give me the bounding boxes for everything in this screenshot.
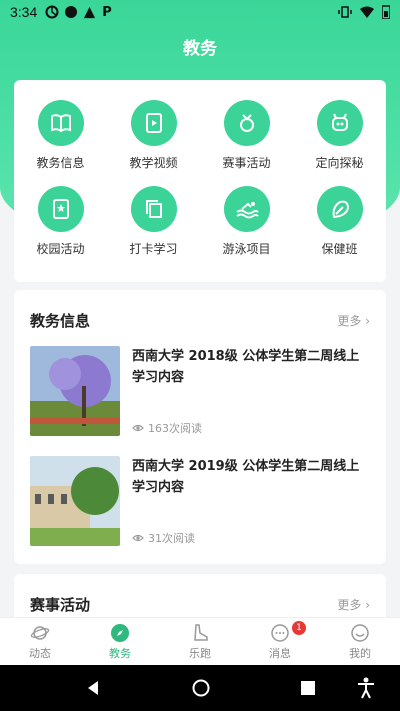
tab-label: 教务 xyxy=(109,646,131,660)
news-item[interactable]: 西南大学 2018级 公体学生第二周线上学习内容 163次阅读 xyxy=(30,346,370,436)
eye-icon xyxy=(132,424,144,432)
read-count: 163次阅读 xyxy=(148,422,202,435)
menu-item-label: 定向探秘 xyxy=(315,156,364,170)
tab-dynamic[interactable]: 动态 xyxy=(0,618,80,665)
section-title: 教务信息 xyxy=(30,312,91,330)
wifi-icon xyxy=(360,6,374,18)
parking-icon: P xyxy=(102,4,112,20)
leaf-icon xyxy=(332,200,349,219)
tab-jiaowu[interactable]: 教务 xyxy=(80,618,160,665)
status-bar: 3:34 P xyxy=(0,0,400,24)
planet-icon xyxy=(30,625,50,640)
copy-icon xyxy=(145,200,162,218)
menu-item-label: 打卡学习 xyxy=(129,242,178,256)
menu-item-health-class[interactable]: 保健班 xyxy=(293,186,386,272)
swim-icon xyxy=(235,202,259,219)
tab-run[interactable]: 乐跑 xyxy=(160,618,240,665)
star-badge-icon xyxy=(52,199,69,219)
recents-icon[interactable] xyxy=(300,681,315,695)
shoe-icon xyxy=(194,623,208,641)
menu-item-orienteering[interactable]: 定向探秘 xyxy=(293,100,386,186)
menu-item-swimming[interactable]: 游泳项目 xyxy=(200,186,293,272)
news-thumbnail xyxy=(30,456,120,546)
book-icon xyxy=(50,114,71,133)
compass-icon xyxy=(111,623,129,642)
smiley-icon xyxy=(351,623,369,642)
news-title: 西南大学 2019级 公体学生第二周线上学习内容 xyxy=(132,459,360,495)
eye-icon xyxy=(132,534,144,542)
medal-icon xyxy=(239,114,254,132)
menu-item-teaching-video[interactable]: 教学视频 xyxy=(107,100,200,186)
unread-badge: 1 xyxy=(292,621,306,635)
menu-item-label: 保健班 xyxy=(321,242,358,256)
chevron-right-icon: › xyxy=(365,314,370,328)
menu-item-label: 教学视频 xyxy=(129,156,178,170)
tab-label: 我的 xyxy=(349,646,371,660)
chevron-right-icon: › xyxy=(365,598,370,612)
section-title: 赛事活动 xyxy=(30,596,91,614)
menu-item-events[interactable]: 赛事活动 xyxy=(200,100,293,186)
home-icon[interactable] xyxy=(192,679,210,697)
tab-messages[interactable]: 1 消息 xyxy=(240,618,320,665)
news-thumbnail xyxy=(30,346,120,436)
accessibility-icon[interactable] xyxy=(356,677,376,699)
back-icon[interactable] xyxy=(85,680,101,696)
sync-icon xyxy=(45,5,59,19)
more-link[interactable]: 更多 › xyxy=(337,312,370,329)
status-time: 3:34 xyxy=(10,4,38,20)
chat-icon xyxy=(271,623,289,642)
menu-item-label: 赛事活动 xyxy=(222,156,271,170)
menu-item-label: 校园活动 xyxy=(36,242,85,256)
menu-item-label: 教务信息 xyxy=(36,156,85,170)
page-title: 教务 xyxy=(183,39,217,59)
menu-item-checkin-study[interactable]: 打卡学习 xyxy=(107,186,200,272)
system-nav-bar xyxy=(0,665,400,711)
menu-item-jiaowu-info[interactable]: 教务信息 xyxy=(14,100,107,186)
warning-icon xyxy=(84,6,96,18)
vibrate-icon xyxy=(338,6,352,18)
feature-menu: 教务信息 教学视频 赛事活动 定向探秘 校园活动 打卡学习 游泳项目 保健班 xyxy=(14,80,386,282)
bottom-tab-bar: 动态 教务 乐跑 1 消息 我的 xyxy=(0,617,400,665)
record-icon xyxy=(65,6,78,18)
compass-icon xyxy=(331,113,348,131)
news-item[interactable]: 西南大学 2019级 公体学生第二周线上学习内容 31次阅读 xyxy=(30,456,370,546)
news-title: 西南大学 2018级 公体学生第二周线上学习内容 xyxy=(132,349,360,385)
video-icon xyxy=(145,113,162,133)
tab-mine[interactable]: 我的 xyxy=(320,618,400,665)
battery-icon xyxy=(382,5,390,19)
tab-label: 消息 xyxy=(269,646,291,660)
menu-item-campus-activity[interactable]: 校园活动 xyxy=(14,186,107,272)
tab-label: 乐跑 xyxy=(189,646,211,660)
tab-label: 动态 xyxy=(29,646,51,660)
read-count: 31次阅读 xyxy=(148,532,195,545)
news-section: 教务信息 更多 › 西南大学 2018级 公体学生第二周线上学习内容 163次阅… xyxy=(14,290,386,564)
more-link[interactable]: 更多 › xyxy=(337,596,370,613)
menu-item-label: 游泳项目 xyxy=(222,242,271,256)
